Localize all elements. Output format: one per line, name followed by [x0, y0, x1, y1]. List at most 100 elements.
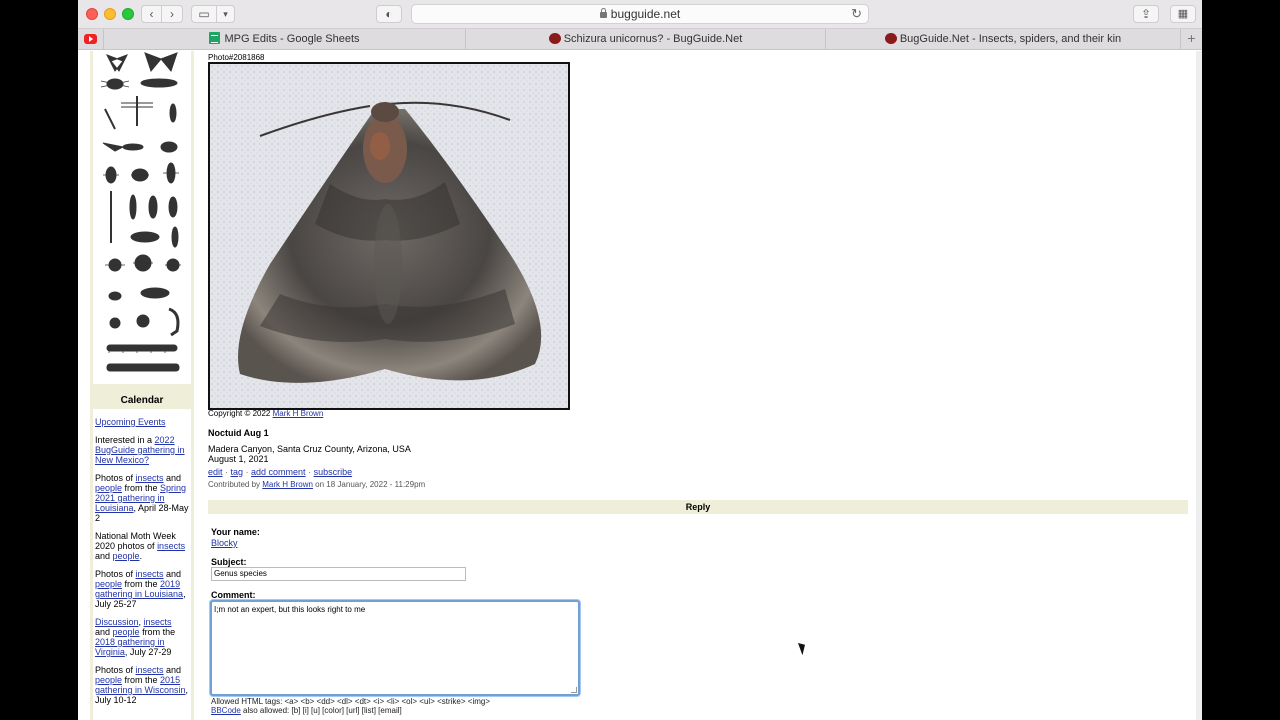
bugguide-icon [548, 33, 561, 44]
minimize-window-button[interactable] [104, 8, 116, 20]
new-tab-button[interactable]: + [1180, 29, 1202, 49]
photo-location-block: Madera Canyon, Santa Cruz County, Arizon… [208, 444, 411, 464]
back-button[interactable]: ‹ [141, 5, 162, 23]
reload-icon[interactable]: ↻ [851, 5, 862, 23]
user-name-link[interactable]: Blocky [211, 538, 238, 548]
subject-input[interactable]: Genus species [211, 567, 466, 581]
tab-google-sheets[interactable]: MPG Edits - Google Sheets [103, 29, 465, 49]
bbcode-text: also allowed: [b] [i] [u] [color] [url] … [240, 706, 402, 715]
calendar-text: and [95, 551, 113, 561]
insects-link[interactable]: insects [157, 541, 185, 551]
photo-location: Madera Canyon, Santa Cruz County, Arizon… [208, 444, 411, 454]
tab-label: Schizura unicornus? - BugGuide.Net [563, 33, 743, 45]
calendar-text: Photos of [95, 473, 136, 483]
mouse-cursor-icon [798, 640, 809, 656]
name-value-wrap: Blocky [211, 538, 238, 548]
tab-label: BugGuide.Net - Insects, spiders, and the… [899, 33, 1122, 45]
calendar-entry: National Moth Week 2020 photos of insect… [95, 531, 189, 561]
sidebar-dropdown-button[interactable]: ▾ [217, 5, 235, 23]
name-label: Your name: [211, 527, 260, 537]
calendar-entry: Photos of insects and people from the Sp… [95, 473, 189, 523]
grid-icon: ▦ [1177, 8, 1189, 20]
people-link[interactable]: people [113, 551, 140, 561]
moth-photo[interactable] [208, 62, 570, 410]
chevron-down-icon: ▾ [223, 9, 228, 19]
people-link[interactable]: people [113, 627, 140, 637]
tag-link[interactable]: tag [231, 467, 244, 477]
contributor-link[interactable]: Mark H Brown [262, 480, 313, 489]
tab-bar: MPG Edits - Google Sheets Schizura unico… [78, 29, 1202, 50]
sidebar-toggle-button[interactable]: ▭ [191, 5, 217, 23]
people-link[interactable]: people [95, 579, 122, 589]
lock-icon [599, 8, 607, 18]
insects-link[interactable]: insects [136, 569, 164, 579]
calendar-text: from the [139, 627, 176, 637]
copyright-line: Copyright © 2022 Mark H Brown [208, 409, 323, 418]
address-bar[interactable]: bugguide.net ↻ [411, 4, 869, 24]
calendar-text: and [163, 569, 182, 579]
reply-header: Reply [208, 500, 1188, 514]
subscribe-link[interactable]: subscribe [314, 467, 353, 477]
bbcode-line: BBCode also allowed: [b] [i] [u] [color]… [211, 706, 490, 715]
tab-bugguide-home[interactable]: BugGuide.Net - Insects, spiders, and the… [825, 29, 1180, 49]
calendar-text: Photos of [95, 569, 136, 579]
people-link[interactable]: people [95, 675, 122, 685]
bugguide-icon [884, 33, 897, 44]
youtube-pinned-tab-icon[interactable] [84, 34, 97, 44]
insects-link[interactable]: insects [144, 617, 172, 627]
calendar-entry: Upcoming Events [95, 417, 189, 427]
bbcode-link[interactable]: BBCode [211, 706, 241, 715]
insects-link[interactable]: insects [136, 665, 164, 675]
close-window-button[interactable] [86, 8, 98, 20]
bug-silhouettes-panel[interactable] [93, 51, 191, 384]
photo-date: August 1, 2021 [208, 454, 269, 464]
discussion-link[interactable]: Discussion [95, 617, 139, 627]
share-button[interactable]: ⇪ [1133, 5, 1159, 23]
calendar-text: from the [122, 483, 161, 493]
photographer-link[interactable]: Mark H Brown [273, 409, 324, 418]
people-link[interactable]: people [95, 483, 122, 493]
tab-label: MPG Edits - Google Sheets [224, 33, 360, 45]
bug-silhouettes-icon [100, 52, 181, 372]
calendar-text: , July 27-29 [124, 647, 172, 657]
left-sidebar: Calendar Upcoming Events Interested in a… [90, 51, 194, 720]
privacy-report-button[interactable]: ◐ [376, 5, 402, 23]
plus-icon: + [1187, 30, 1196, 46]
photo-actions: edit · tag · add comment · subscribe [208, 467, 353, 477]
zoom-window-button[interactable] [122, 8, 134, 20]
page-content: Calendar Upcoming Events Interested in a… [78, 51, 1202, 720]
calendar-text: and [163, 473, 182, 483]
calendar-text: Photos of [95, 665, 136, 675]
calendar-text: from the [122, 579, 161, 589]
sidebar-icon: ▭ [198, 7, 210, 21]
photo-title: Noctuid Aug 1 [208, 428, 269, 438]
page-scrollbar[interactable] [1196, 51, 1202, 720]
calendar-text: from the [122, 675, 161, 685]
upcoming-events-link[interactable]: Upcoming Events [95, 417, 166, 427]
copyright-text: Copyright © 2022 [208, 409, 273, 418]
subject-label: Subject: [211, 557, 247, 567]
browser-window: ‹ › ▭ ▾ ◐ bugguide.net ↻ ⇪ ▦ MPG Edits -… [78, 0, 1202, 720]
calendar-entry: Interested in a 2022 BugGuide gathering … [95, 435, 189, 465]
address-text: bugguide.net [610, 7, 681, 21]
comment-text: I;m not an expert, but this looks right … [214, 605, 366, 614]
calendar-entry: Discussion, insects and people from the … [95, 617, 189, 657]
comment-textarea[interactable]: I;m not an expert, but this looks right … [210, 600, 580, 696]
edit-link[interactable]: edit [208, 467, 223, 477]
calendar-text: and [95, 627, 113, 637]
calendar-panel: Calendar Upcoming Events Interested in a… [93, 393, 191, 720]
forward-button[interactable]: › [162, 5, 183, 23]
share-icon: ⇪ [1140, 7, 1152, 21]
add-comment-link[interactable]: add comment [251, 467, 306, 477]
tab-overview-button[interactable]: ▦ [1170, 5, 1196, 23]
chevron-left-icon: ‹ [149, 7, 154, 21]
photo-number: Photo#2081868 [208, 53, 265, 62]
tab-schizura[interactable]: Schizura unicornus? - BugGuide.Net [465, 29, 825, 49]
contributor-line: Contributed by Mark H Brown on 18 Januar… [208, 480, 425, 489]
contrib-text: Contributed by [208, 480, 263, 489]
chevron-right-icon: › [170, 7, 174, 21]
title-bar: ‹ › ▭ ▾ ◐ bugguide.net ↻ ⇪ ▦ [78, 0, 1202, 29]
calendar-text: . [139, 551, 143, 561]
resize-grip-icon[interactable] [571, 687, 577, 693]
insects-link[interactable]: insects [136, 473, 164, 483]
